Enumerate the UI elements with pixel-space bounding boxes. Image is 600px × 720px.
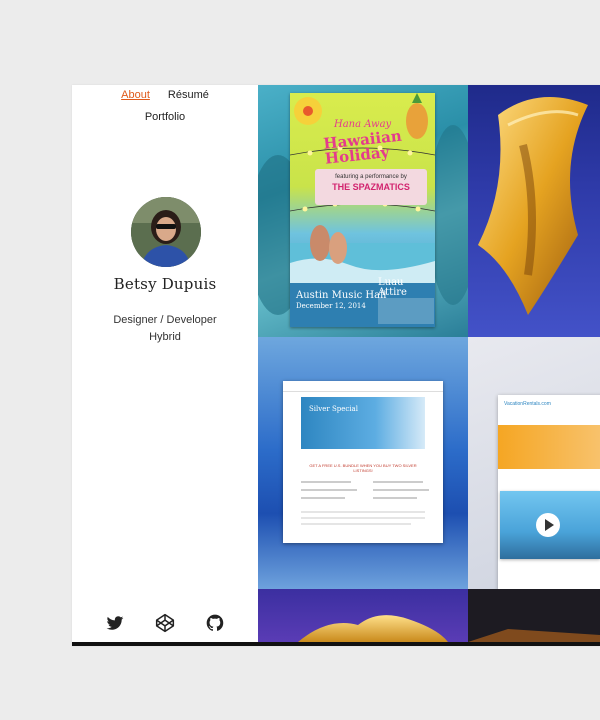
main-nav: About Résumé Portfolio: [72, 89, 258, 123]
portfolio-tile-poster[interactable]: Hana Away Hawaiian Holiday featuring a p…: [258, 85, 468, 337]
portfolio-tile-gold-bottom[interactable]: [258, 589, 468, 642]
poster-venue: Austin Music Hall December 12, 2014: [296, 291, 387, 311]
role-line-1: Designer / Developer: [113, 314, 217, 326]
social-links: [72, 613, 258, 633]
nav-portfolio-link[interactable]: Portfolio: [145, 111, 185, 123]
profile-role: Designer / Developer Hybrid: [72, 312, 258, 346]
nav-about-link[interactable]: About: [121, 89, 150, 101]
portfolio-tile-gold-shape[interactable]: [468, 85, 600, 337]
mockup-hero: Silver Special: [301, 397, 425, 449]
sidebar: About Résumé Portfolio Betsy Dupuis Desi…: [72, 85, 258, 642]
hawaiian-holiday-poster: Hana Away Hawaiian Holiday featuring a p…: [290, 93, 435, 327]
mockup-hero-banner: [498, 425, 600, 469]
poster-venue-name: Austin Music Hall: [296, 290, 387, 301]
mockup-hero-text: Silver Special: [309, 405, 358, 413]
profile-name: Betsy Dupuis: [113, 275, 217, 293]
portfolio-tile-vacation-rentals[interactable]: VacationRentals.com: [468, 337, 600, 589]
poster-date: December 12, 2014: [296, 302, 366, 310]
play-icon: [536, 513, 560, 537]
nav-resume-link[interactable]: Résumé: [168, 89, 209, 101]
role-line-2: Hybrid: [149, 331, 181, 343]
github-icon[interactable]: [205, 613, 225, 633]
mockup-brand: VacationRentals.com: [504, 401, 551, 407]
mockup-headline: GET A FREE U.S. BUNDLE WHEN YOU BUY TWO …: [309, 463, 417, 473]
vacation-rentals-mockup: VacationRentals.com: [498, 395, 600, 589]
silver-special-mockup: Silver Special GET A FREE U.S. BUNDLE WH…: [283, 381, 443, 543]
portfolio-frame: About Résumé Portfolio Betsy Dupuis Desi…: [72, 85, 600, 646]
poster-sign: featuring a performance by THE SPAZMATIC…: [315, 169, 427, 205]
avatar: [131, 197, 201, 267]
portfolio-tile-dark[interactable]: [468, 589, 600, 642]
mockup-video: [500, 491, 600, 559]
poster-band: THE SPAZMATICS: [332, 182, 410, 192]
poster-luau: Luau Attire: [378, 277, 407, 298]
codepen-icon[interactable]: [155, 613, 175, 633]
twitter-icon[interactable]: [105, 613, 125, 633]
portfolio-tile-silver-special[interactable]: Silver Special GET A FREE U.S. BUNDLE WH…: [258, 337, 468, 589]
